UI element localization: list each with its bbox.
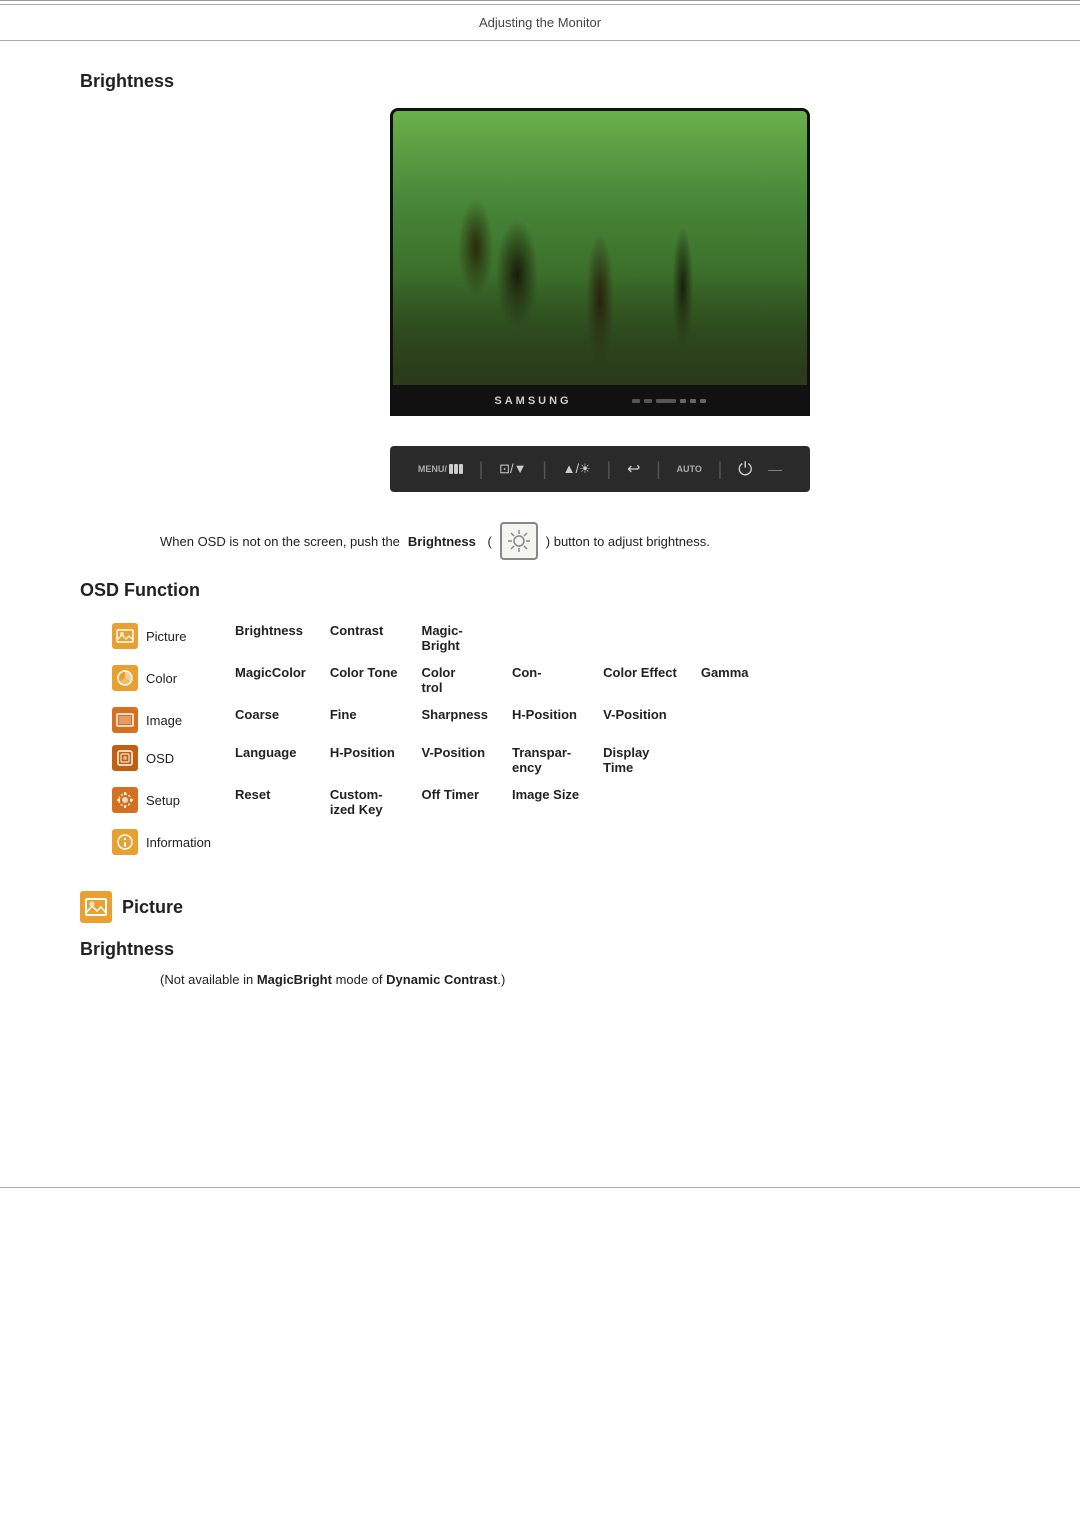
ctrl-brightness: ▲/☀ — [563, 461, 591, 477]
page-footer — [0, 1187, 1080, 1188]
brightness-description: (Not available in MagicBright mode of Dy… — [160, 972, 1000, 987]
osd-row-osd: OSD Language H-Position V-Position Trans… — [100, 739, 761, 781]
osd-label-osd: OSD — [146, 751, 174, 766]
brightness-desc-middle: mode of — [332, 972, 386, 987]
osd-cell-reset-header: Reset — [223, 781, 318, 823]
osd-cell-con-header: Con- — [500, 659, 591, 701]
osd-cell-osd-vpos-header: V-Position — [409, 739, 499, 781]
brightness-note-before: When OSD is not on the screen, push the — [160, 534, 400, 549]
osd-label-setup: Setup — [146, 793, 180, 808]
brightness-note: When OSD is not on the screen, push the … — [80, 522, 1000, 560]
control-bar: MENU/ | ⊡/▼ | ▲/☀ | ↩ — [390, 446, 810, 492]
osd-label-picture: Picture — [146, 629, 186, 644]
osd-label-image: Image — [146, 713, 182, 728]
page-header: Adjusting the Monitor — [0, 4, 1080, 41]
osd-row-picture: Picture Brightness Contrast Magic-Bright — [100, 617, 761, 659]
osd-cell-colortone-header: Color Tone — [318, 659, 410, 701]
brightness-desc-bold2: Dynamic Contrast — [386, 972, 497, 987]
ctrl-source: ⊡/▼ — [499, 461, 526, 477]
osd-cell-hposition-header: H-Position — [500, 701, 591, 739]
osd-cell-osd-icon: OSD — [100, 739, 223, 781]
osd-cell-language-header: Language — [223, 739, 318, 781]
picture-icon-large — [80, 891, 112, 923]
osd-cell-sharpness-header: Sharpness — [409, 701, 499, 739]
osd-row-image: Image Coarse Fine Sharpness H-Position V… — [100, 701, 761, 739]
osd-cell-picture-icon: Picture — [100, 617, 223, 659]
osd-cell-osd-hpos-header: H-Position — [318, 739, 410, 781]
ctrl-auto: AUTO — [677, 464, 702, 474]
monitor-frame — [390, 108, 810, 388]
osd-cell-vposition-header: V-Position — [591, 701, 689, 739]
osd-cell-info-icon: Information — [100, 823, 223, 861]
picture-heading: Picture — [80, 891, 1000, 923]
brightness-note-after: ) button to adjust brightness. — [546, 534, 710, 549]
osd-row-information: Information — [100, 823, 761, 861]
brightness-note-bold: Brightness — [408, 534, 476, 549]
osd-cell-fine-header: Fine — [318, 701, 410, 739]
osd-cell-color-control-header: Colortrol — [409, 659, 499, 701]
osd-cell-displaytime-header: DisplayTime — [591, 739, 689, 781]
color-icon — [112, 665, 138, 691]
picture-icon — [112, 623, 138, 649]
brightness-subsection-title: Brightness — [80, 939, 1000, 960]
main-content: Brightness — [0, 71, 1080, 987]
osd-cell-coloreffect-header: Color Effect — [591, 659, 689, 701]
osd-cell-brightness-header: Brightness — [223, 617, 318, 659]
osd-cell-setup-icon: Setup — [100, 781, 223, 823]
info-icon — [112, 829, 138, 855]
osd-label-information: Information — [146, 835, 211, 850]
osd-cell-image-icon: Image — [100, 701, 223, 739]
brightness-sun-icon — [506, 528, 532, 554]
osd-cell-contrast-header: Contrast — [318, 617, 410, 659]
monitor-screen — [393, 111, 807, 385]
osd-cell-transparency-header: Transpar-ency — [500, 739, 591, 781]
ctrl-power: ⏻ — [738, 459, 752, 480]
samsung-logo: SAMSUNG — [494, 395, 571, 407]
osd-cell-magicbright-header: Magic-Bright — [409, 617, 499, 659]
screen-scene — [393, 111, 807, 385]
osd-row-color: Color MagicColor Color Tone Colortrol Co… — [100, 659, 761, 701]
osd-cell-magiccolor-header: MagicColor — [223, 659, 318, 701]
monitor-image-container: SAMSUNG MENU/ — [200, 108, 1000, 492]
brightness-icon-box — [500, 522, 538, 560]
osd-icon — [112, 745, 138, 771]
osd-table: Picture Brightness Contrast Magic-Bright — [100, 617, 761, 861]
page-title: Adjusting the Monitor — [479, 15, 601, 30]
osd-label-color: Color — [146, 671, 177, 686]
brightness-title: Brightness — [80, 71, 1000, 92]
brightness-section: Brightness — [80, 71, 1000, 560]
osd-cell-color-icon: Color — [100, 659, 223, 701]
picture-section: Picture Brightness (Not available in Mag… — [80, 891, 1000, 987]
picture-section-title: Picture — [122, 897, 183, 918]
osd-row-setup: Setup Reset Custom-ized Key Off Timer Im… — [100, 781, 761, 823]
brightness-desc-after: .) — [497, 972, 505, 987]
brightness-desc-before: (Not available in — [160, 972, 257, 987]
ctrl-menu: MENU/ — [418, 464, 463, 474]
osd-cell-imagesize-header: Image Size — [500, 781, 591, 823]
image-icon — [112, 707, 138, 733]
osd-cell-offtimer-header: Off Timer — [409, 781, 499, 823]
osd-cell-gamma-header: Gamma — [689, 659, 761, 701]
setup-icon — [112, 787, 138, 813]
ctrl-enter: ↩ — [627, 459, 640, 479]
brightness-desc-bold1: MagicBright — [257, 972, 332, 987]
ctrl-minus: — — [768, 461, 782, 477]
osd-cell-customizedkey-header: Custom-ized Key — [318, 781, 410, 823]
osd-function-section: OSD Function — [80, 580, 1000, 861]
osd-function-title: OSD Function — [80, 580, 1000, 601]
osd-cell-coarse-header: Coarse — [223, 701, 318, 739]
monitor-brand-bar: SAMSUNG — [390, 388, 810, 416]
